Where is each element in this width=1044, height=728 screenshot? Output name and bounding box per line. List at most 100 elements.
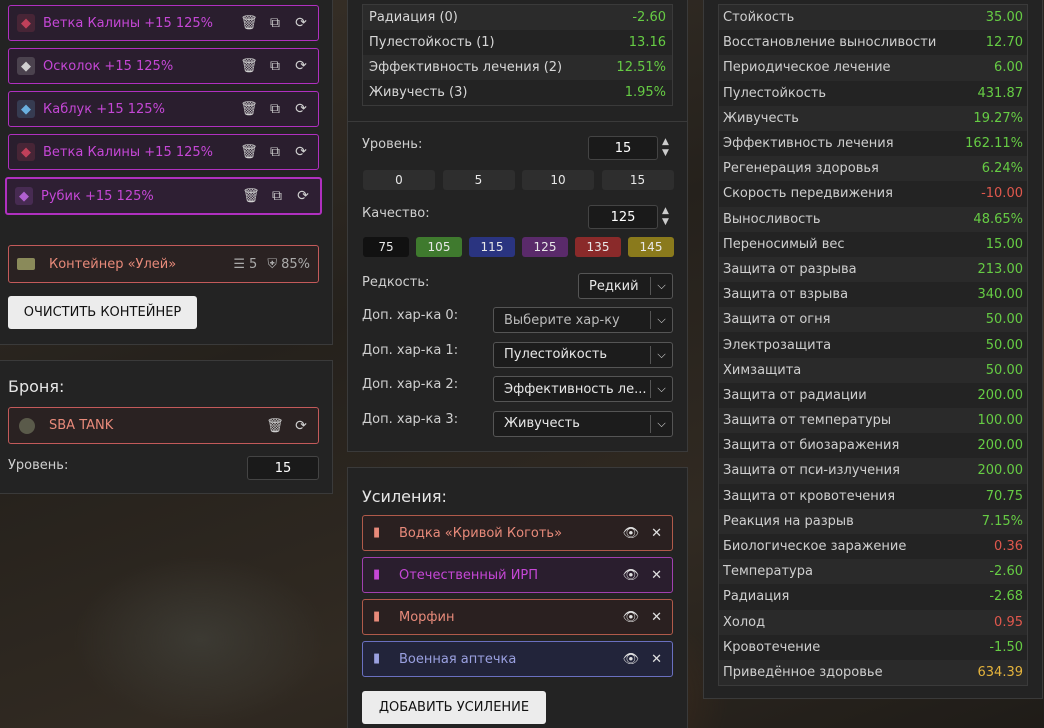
quality-preset-button[interactable]: 125 xyxy=(522,237,568,257)
eye-icon[interactable]: 👁 xyxy=(623,568,640,583)
trash-icon[interactable]: 🗑 xyxy=(240,57,258,75)
stat-row: Пулестойкость 431.87 xyxy=(719,81,1027,106)
level-stepper[interactable]: ▲ ▼ xyxy=(662,137,669,159)
stat-value: 100.00 xyxy=(977,413,1024,429)
artifact-item[interactable]: ◆ Осколок +15 125% 🗑 ⧉ ⟳ xyxy=(8,48,319,84)
stat-row: Живучесть 19.27% xyxy=(719,105,1027,131)
extra-stat-dropdown[interactable]: Эффективность ле... ⌵ xyxy=(493,376,673,402)
boost-item[interactable]: ▮ Водка «Кривой Коготь» 👁 ✕ xyxy=(362,515,673,551)
stat-row: Приведённое здоровье 634.39 xyxy=(719,659,1027,686)
add-boost-button[interactable]: ДОБАВИТЬ УСИЛЕНИЕ xyxy=(362,691,546,724)
trash-icon[interactable]: 🗑 xyxy=(242,187,260,205)
stat-value: 0.36 xyxy=(994,539,1023,555)
copy-icon[interactable]: ⧉ xyxy=(266,143,284,161)
summary-value: 13.16 xyxy=(628,35,666,50)
boost-item[interactable]: ▮ Отечественный ИРП 👁 ✕ xyxy=(362,557,673,593)
level-preset-button[interactable]: 5 xyxy=(442,170,515,190)
copy-icon[interactable]: ⧉ xyxy=(266,57,284,75)
eye-icon[interactable]: 👁 xyxy=(623,610,640,625)
summary-row: Пулестойкость (1) 13.16 xyxy=(363,30,672,55)
level-preset-button[interactable]: 10 xyxy=(522,170,594,190)
eye-icon[interactable]: 👁 xyxy=(623,652,640,667)
flower-branch-icon: ◆ xyxy=(17,14,35,32)
quality-input[interactable]: 125 xyxy=(588,205,658,229)
refresh-icon[interactable]: ⟳ xyxy=(294,187,312,205)
boost-icon: ▮ xyxy=(373,651,381,666)
boost-item[interactable]: ▮ Морфин 👁 ✕ xyxy=(362,599,673,635)
stat-value: 200.00 xyxy=(977,438,1024,454)
copy-icon[interactable]: ⧉ xyxy=(266,100,284,118)
boost-actions: 👁 ✕ xyxy=(623,610,662,625)
extra-stat-dropdown[interactable]: Пулестойкость ⌵ xyxy=(493,341,673,368)
container-item[interactable]: Контейнер «Улей» ☰ 5 ⛨ 85% xyxy=(8,245,319,283)
refresh-icon[interactable]: ⟳ xyxy=(292,100,310,118)
quality-preset-button[interactable]: 75 xyxy=(363,237,409,257)
armor-icon xyxy=(19,417,35,434)
summary-row: Живучесть (3) 1.95% xyxy=(363,80,672,105)
divider xyxy=(347,121,688,122)
boost-item[interactable]: ▮ Военная аптечка 👁 ✕ xyxy=(362,641,673,677)
level-preset-button[interactable]: 0 xyxy=(363,170,435,190)
refresh-icon[interactable]: ⟳ xyxy=(292,57,310,75)
close-icon[interactable]: ✕ xyxy=(651,568,662,583)
chevron-down-icon: ⌵ xyxy=(650,380,672,398)
armor-item[interactable]: SBA TANK 🗑 ⟳ xyxy=(8,407,319,444)
artifact-item[interactable]: ◆ Рубик +15 125% 🗑 ⧉ ⟳ xyxy=(5,177,322,215)
stat-name: Переносимый вес xyxy=(723,236,845,252)
copy-icon[interactable]: ⧉ xyxy=(266,14,284,32)
level-input[interactable]: 15 xyxy=(588,136,658,160)
stat-value: 7.15% xyxy=(981,513,1023,529)
stat-row: Стойкость 35.00 xyxy=(719,5,1027,31)
artifact-item[interactable]: ◆ Ветка Калины +15 125% 🗑 ⧉ ⟳ xyxy=(8,134,319,170)
stat-row: Скорость передвижения -10.00 xyxy=(719,181,1027,206)
quality-preset-button[interactable]: 145 xyxy=(628,237,674,257)
boost-label: Военная аптечка xyxy=(399,651,517,667)
refresh-icon[interactable]: ⟳ xyxy=(292,14,310,32)
rarity-label: Редкость: xyxy=(362,275,430,290)
extra-stat-label: Доп. хар-ка 2: xyxy=(362,377,459,392)
stat-value: 162.11% xyxy=(965,136,1023,152)
refresh-icon[interactable]: ⟳ xyxy=(292,143,310,161)
extra-stat-dropdown[interactable]: Живучесть ⌵ xyxy=(493,410,673,437)
stat-name: Регенерация здоровья xyxy=(723,161,879,177)
stat-row: Защита от взрыва 340.00 xyxy=(719,282,1027,307)
artifact-item[interactable]: ◆ Ветка Калины +15 125% 🗑 ⧉ ⟳ xyxy=(8,5,319,41)
extra-stat-dropdown[interactable]: Выберите хар-ку ⌵ xyxy=(493,307,673,333)
armor-level-input[interactable]: 15 xyxy=(247,456,319,480)
stat-row: Кровотечение -1.50 xyxy=(719,635,1027,660)
quality-label: Качество: xyxy=(362,206,430,221)
trash-icon[interactable]: 🗑 xyxy=(266,417,284,435)
quality-stepper[interactable]: ▲ ▼ xyxy=(662,206,669,228)
clear-container-button[interactable]: ОЧИСТИТЬ КОНТЕЙНЕР xyxy=(8,296,197,329)
refresh-icon[interactable]: ⟳ xyxy=(292,417,310,435)
quality-preset-button[interactable]: 135 xyxy=(575,237,621,257)
close-icon[interactable]: ✕ xyxy=(651,610,662,625)
stat-value: 200.00 xyxy=(977,387,1024,403)
boost-actions: 👁 ✕ xyxy=(623,568,662,583)
stat-value: 50.00 xyxy=(985,362,1023,378)
container-icon xyxy=(17,258,35,270)
stat-value: 6.00 xyxy=(994,60,1023,76)
level-preset-button[interactable]: 15 xyxy=(601,170,674,190)
stat-value: 50.00 xyxy=(985,337,1023,353)
close-icon[interactable]: ✕ xyxy=(651,652,662,667)
artifact-label: Ветка Калины +15 125% xyxy=(43,15,214,31)
flower-branch-icon: ◆ xyxy=(17,143,35,161)
stat-name: Холод xyxy=(723,614,766,630)
trash-icon[interactable]: 🗑 xyxy=(240,14,258,32)
stat-name: Биологическое заражение xyxy=(723,539,907,555)
container-slots: 5 xyxy=(249,256,258,272)
quality-preset-button[interactable]: 115 xyxy=(469,237,515,257)
quality-preset-button[interactable]: 105 xyxy=(416,237,462,257)
stat-row: Периодическое лечение 6.00 xyxy=(719,55,1027,81)
artifact-item[interactable]: ◆ Каблук +15 125% 🗑 ⧉ ⟳ xyxy=(8,91,319,127)
copy-icon[interactable]: ⧉ xyxy=(268,187,286,205)
boost-actions: 👁 ✕ xyxy=(623,526,662,541)
rarity-dropdown[interactable]: Редкий ⌵ xyxy=(578,273,673,299)
trash-icon[interactable]: 🗑 xyxy=(240,100,258,118)
level-label: Уровень: xyxy=(362,137,423,152)
trash-icon[interactable]: 🗑 xyxy=(240,143,258,161)
close-icon[interactable]: ✕ xyxy=(651,526,662,541)
eye-icon[interactable]: 👁 xyxy=(623,526,640,541)
cube-icon: ◆ xyxy=(15,187,33,205)
